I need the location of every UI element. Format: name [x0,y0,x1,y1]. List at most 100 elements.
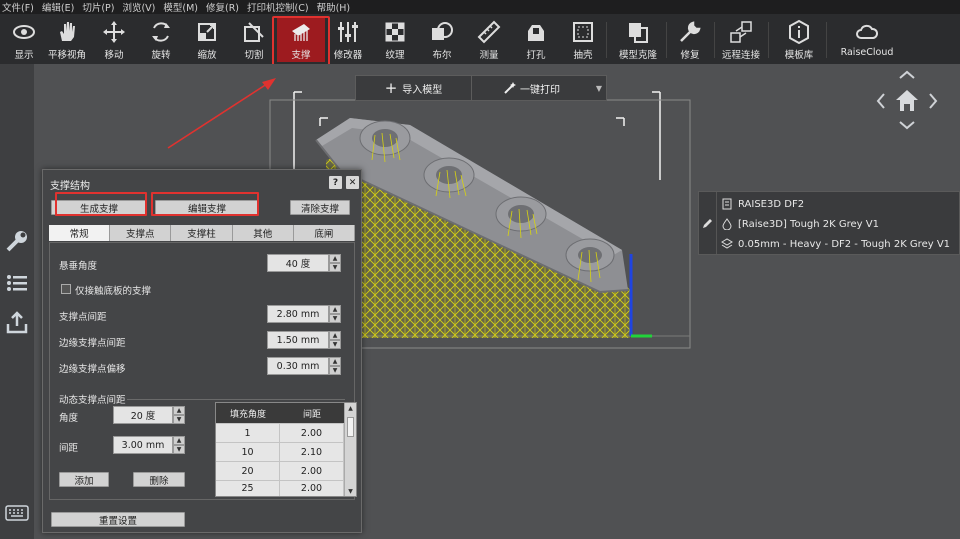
tool-rotate-button[interactable]: 旋转 [137,16,185,62]
printer-row: RAISE3D DF2 [721,195,804,213]
clear-support-button[interactable]: 清除支撑 [290,200,350,215]
printer-icon [722,198,732,210]
overhang-angle-label: 悬垂角度 [59,261,98,272]
tab-base[interactable]: 底闸 [293,225,356,241]
menu-view[interactable]: 浏览(V) [122,0,155,14]
keyboard-icon[interactable] [4,500,30,526]
stepper-down-icon[interactable]: ▼ [173,415,185,424]
tab-support-pillars[interactable]: 支撑柱 [171,225,233,241]
tool-shell-button[interactable]: 抽壳 [559,16,607,62]
angle-value[interactable]: 20 度 [113,406,173,424]
dialog-title: 支撑结构 [50,181,90,192]
tool-boolean-button[interactable]: 布尔 [418,16,466,62]
table-row[interactable]: 1 2.00 [216,423,344,442]
point-spacing-value[interactable]: 2.80 mm [267,305,329,323]
reset-settings-button[interactable]: 重置设置 [51,512,185,527]
tool-punch-button[interactable]: 打孔 [512,16,560,62]
printer-info-panel[interactable]: RAISE3D DF2 [Raise3D] Tough 2K Grey V1 0… [698,191,960,255]
tool-template-button[interactable]: 模板库 [776,16,822,62]
menu-model[interactable]: 模型(M) [163,0,198,14]
tool-repair-button[interactable]: 修复 [666,16,714,62]
add-button[interactable]: 添加 [59,472,109,487]
tool-remote-button[interactable]: 远程连接 [716,16,766,62]
angle-label: 角度 [59,413,79,424]
stepper-down-icon[interactable]: ▼ [329,314,341,323]
stepper-up-icon[interactable]: ▲ [329,305,341,314]
table-cell: 10 [216,443,280,461]
material-name: [Raise3D] Tough 2K Grey V1 [738,218,879,230]
stepper-down-icon[interactable]: ▼ [173,445,185,454]
close-button[interactable]: ✕ [346,176,359,189]
print-dropdown-icon[interactable]: ▼ [592,84,606,93]
stepper-down-icon[interactable]: ▼ [329,340,341,349]
spacing-stepper[interactable]: 3.00 mm ▲ ▼ [113,436,185,454]
scroll-up-icon[interactable]: ▲ [345,403,356,413]
table-row[interactable]: 25 2.00 [216,480,344,496]
menu-edit[interactable]: 编辑(E) [42,0,74,14]
tool-move-button[interactable]: 移动 [90,16,138,62]
scroll-thumb[interactable] [347,417,354,437]
tool-label: 修复 [680,50,700,61]
view-navigator[interactable] [876,70,938,132]
menu-printer-control[interactable]: 打印机控制(C) [247,0,309,14]
edit-printer-icon[interactable] [699,192,717,254]
touch-plate-checkbox[interactable] [61,284,71,294]
tool-scale-button[interactable]: 缩放 [183,16,231,62]
tab-support-points[interactable]: 支撑点 [110,225,172,241]
stepper-up-icon[interactable]: ▲ [173,406,185,415]
edit-highlight [151,192,259,216]
dynamic-spacing-table[interactable]: 填充角度 间距 1 2.00 10 2.10 20 2.00 25 2.00 ▲… [215,402,357,497]
stepper-up-icon[interactable]: ▲ [329,331,341,340]
export-icon[interactable] [4,310,30,336]
edge-offset-value[interactable]: 0.30 mm [267,357,329,375]
home-icon [896,90,918,111]
shell-icon [573,22,593,42]
list-icon[interactable] [4,270,30,296]
overhang-angle-stepper[interactable]: 40 度 ▲ ▼ [267,254,341,272]
point-spacing-stepper[interactable]: 2.80 mm ▲ ▼ [267,305,341,323]
help-button[interactable]: ? [329,176,342,189]
tool-cut-button[interactable]: 切割 [230,16,278,62]
wrench-icon[interactable] [4,228,30,254]
stepper-up-icon[interactable]: ▲ [329,357,341,366]
tool-measure-button[interactable]: 测量 [465,16,513,62]
tab-general[interactable]: 常规 [49,225,111,241]
menu-repair[interactable]: 修复(R) [206,0,239,14]
stepper-down-icon[interactable]: ▼ [329,366,341,375]
menu-slice[interactable]: 切片(P) [82,0,114,14]
delete-button[interactable]: 删除 [133,472,185,487]
dynamic-group-label: 动态支撑点间距 [59,395,126,406]
group-divider [127,399,345,400]
tool-modifier-button[interactable]: 修改器 [324,16,372,62]
spacing-value[interactable]: 3.00 mm [113,436,173,454]
tool-clone-button[interactable]: 模型克隆 [610,16,666,62]
menu-file[interactable]: 文件(F) [2,0,34,14]
import-model-button[interactable]: + 导入模型 [356,76,472,100]
tool-raisecloud-button[interactable]: RaiseCloud [838,16,896,62]
angle-stepper[interactable]: 20 度 ▲ ▼ [113,406,185,424]
one-click-print-button[interactable]: 一键打印 [472,76,592,100]
tool-pan-button[interactable]: 平移视角 [42,16,92,62]
overhang-angle-value[interactable]: 40 度 [267,254,329,272]
tool-texture-button[interactable]: 纹理 [371,16,419,62]
stepper-up-icon[interactable]: ▲ [329,254,341,263]
boolean-icon [432,22,453,40]
menu-help[interactable]: 帮助(H) [317,0,351,14]
stepper-up-icon[interactable]: ▲ [173,436,185,445]
edge-spacing-stepper[interactable]: 1.50 mm ▲ ▼ [267,331,341,349]
edge-spacing-label: 边缘支撑点间距 [59,338,126,349]
table-scrollbar[interactable]: ▲ ▼ [344,403,356,496]
import-model-label: 导入模型 [402,84,443,96]
tool-display-button[interactable]: 显示 [0,16,48,62]
tool-label: 布尔 [432,50,452,61]
edge-spacing-value[interactable]: 1.50 mm [267,331,329,349]
main-toolbar: 显示 平移视角 移动 旋转 缩放 切割 支撑 修改器 纹理 布尔 测量 打孔 抽… [0,14,960,64]
stepper-down-icon[interactable]: ▼ [329,263,341,272]
tab-other[interactable]: 其他 [232,225,294,241]
touch-plate-label: 仅接触底板的支撑 [75,286,152,297]
table-row[interactable]: 10 2.10 [216,442,344,461]
table-row[interactable]: 20 2.00 [216,461,344,480]
edge-offset-stepper[interactable]: 0.30 mm ▲ ▼ [267,357,341,375]
scroll-down-icon[interactable]: ▼ [345,486,356,496]
toolbar-separator [606,22,607,58]
